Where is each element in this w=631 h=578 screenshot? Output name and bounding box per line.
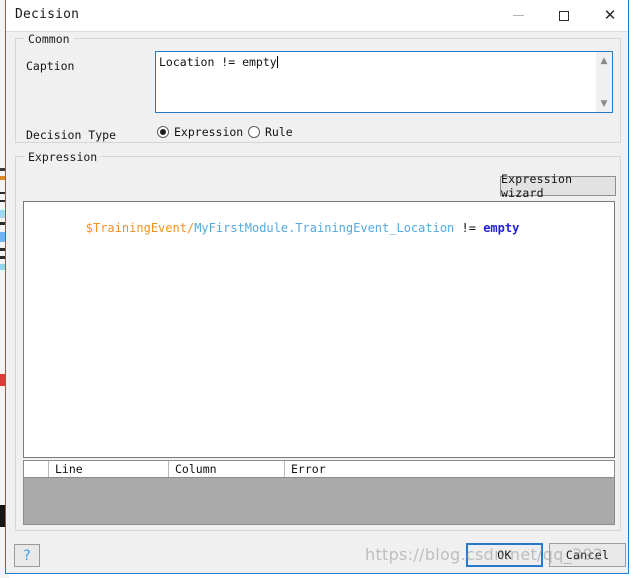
radio-decision-type-rule[interactable]: Rule [248, 125, 293, 139]
minimize-icon [513, 15, 524, 16]
window-title: Decision [15, 7, 79, 22]
radio-unselected-icon [248, 126, 260, 138]
expression-editor-line: $TrainingEvent/MyFirstModule.TrainingEve… [28, 207, 610, 249]
help-button[interactable]: ? [14, 544, 40, 567]
scroll-up-icon[interactable]: ▲ [596, 53, 612, 68]
caption-value: Location != empty [159, 55, 277, 69]
caption-input[interactable]: Location != empty ▲ ▼ [155, 51, 613, 113]
error-grid: Line Column Error [23, 460, 615, 525]
text-caret [277, 56, 278, 68]
cancel-button[interactable]: Cancel [549, 543, 626, 567]
radio-label-expression: Expression [174, 125, 243, 139]
expression-wizard-button[interactable]: Expression wizard [500, 176, 616, 196]
error-grid-header-line: Line [49, 461, 169, 477]
expression-group: Expression Expression wizard $TrainingEv… [15, 156, 621, 531]
close-button[interactable]: ✕ [587, 0, 631, 31]
error-grid-body [24, 478, 614, 524]
error-grid-header-icon [24, 461, 49, 477]
common-group-legend: Common [24, 32, 74, 46]
question-mark-icon: ? [23, 549, 30, 563]
expression-token-variable: $TrainingEvent [86, 221, 187, 235]
ok-button[interactable]: OK [466, 543, 543, 567]
close-icon: ✕ [604, 8, 617, 23]
error-grid-header: Line Column Error [24, 461, 614, 478]
dialog-footer: ? OK Cancel [6, 535, 628, 572]
minimize-button[interactable] [495, 0, 541, 31]
radio-selected-icon [157, 126, 169, 138]
expression-editor[interactable]: $TrainingEvent/MyFirstModule.TrainingEve… [23, 201, 615, 458]
title-bar: Decision ✕ [6, 0, 628, 32]
radio-label-rule: Rule [265, 125, 293, 139]
expression-group-legend: Expression [24, 150, 101, 164]
radio-decision-type-expression[interactable]: Expression [157, 125, 243, 139]
maximize-icon [559, 11, 569, 21]
decision-type-label: Decision Type [26, 128, 116, 142]
scroll-down-icon[interactable]: ▼ [596, 96, 612, 111]
caption-label: Caption [26, 59, 74, 73]
caption-input-text[interactable]: Location != empty [156, 52, 596, 112]
expression-token-path: MyFirstModule.TrainingEvent_Location [194, 221, 454, 235]
error-grid-header-column: Column [169, 461, 285, 477]
caption-scrollbar[interactable]: ▲ ▼ [596, 52, 612, 112]
common-group: Common Caption Location != empty ▲ ▼ Dec… [15, 38, 621, 143]
error-grid-header-error: Error [285, 461, 614, 477]
maximize-button[interactable] [541, 0, 587, 31]
expression-token-keyword: empty [483, 221, 519, 235]
decision-dialog: Decision ✕ Common Caption Location != em… [5, 0, 629, 574]
expression-token-operator: != [454, 221, 483, 235]
